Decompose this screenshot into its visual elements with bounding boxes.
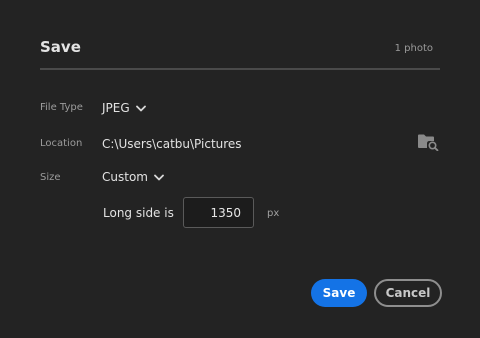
file-type-dropdown[interactable]: JPEG <box>102 100 146 116</box>
size-dropdown[interactable]: Custom <box>102 169 164 185</box>
folder-search-icon <box>417 134 439 155</box>
long-side-label: Long side is <box>103 206 174 220</box>
chevron-down-icon <box>135 105 146 112</box>
size-label: Size <box>40 172 61 183</box>
file-type-value: JPEG <box>102 101 130 115</box>
dialog-title: Save <box>40 38 81 56</box>
save-button[interactable]: Save <box>311 279 367 307</box>
location-value: C:\Users\catbu\Pictures <box>102 137 242 151</box>
save-dialog: Save 1 photo File Type JPEG Location C:\… <box>0 0 480 338</box>
browse-location-button[interactable] <box>417 133 439 152</box>
photo-count: 1 photo <box>394 43 433 54</box>
unit-label: px <box>267 208 280 219</box>
location-label: Location <box>40 138 83 149</box>
chevron-down-icon <box>154 174 164 181</box>
file-type-label: File Type <box>40 102 83 113</box>
size-value: Custom <box>102 170 148 184</box>
title-divider <box>40 68 440 70</box>
cancel-button[interactable]: Cancel <box>374 279 442 307</box>
long-side-input[interactable] <box>183 197 254 228</box>
